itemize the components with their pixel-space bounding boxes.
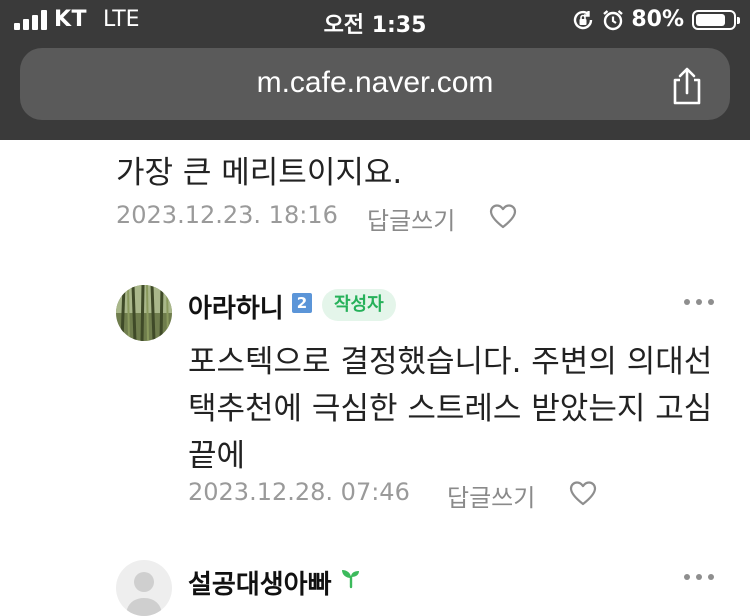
more-icon[interactable]	[684, 299, 714, 307]
comment-text-line: 끝에	[188, 438, 246, 474]
sprout-icon	[342, 570, 359, 589]
battery-percent: 80%	[631, 7, 684, 32]
more-icon[interactable]	[684, 574, 714, 582]
reply-button[interactable]: 답글쓰기	[447, 478, 535, 513]
author-name[interactable]: 아라하니	[188, 288, 284, 325]
heart-icon[interactable]	[488, 202, 518, 230]
browser-top-bar: KT LTE 오전 1:35 80% m.cafe.naver.com	[0, 0, 750, 140]
comment-text-line: 택추천에 극심한 스트레스 받았는지 고심	[188, 391, 713, 427]
member-level-badge: 2	[292, 293, 312, 313]
address-bar[interactable]: m.cafe.naver.com	[20, 48, 730, 120]
comment-text-line: 가장 큰 메리트이지요.	[116, 155, 403, 191]
status-right-group: 80%	[571, 7, 740, 32]
orientation-lock-icon	[574, 10, 593, 29]
author-name[interactable]: 설공대생아빠	[188, 564, 332, 601]
share-icon[interactable]	[670, 66, 704, 106]
battery-icon	[692, 9, 740, 30]
author-badge: 작성자	[322, 289, 396, 321]
heart-icon[interactable]	[568, 479, 598, 507]
comment-text-line: 포스텍으로 결정했습니다. 주변의 의대선	[188, 344, 713, 380]
reply-button[interactable]: 답글쓰기	[367, 201, 455, 236]
alarm-icon	[603, 9, 624, 30]
comment-date: 2023.12.28. 07:46	[188, 478, 410, 506]
avatar[interactable]	[116, 285, 172, 341]
comment-date: 2023.12.23. 18:16	[116, 201, 338, 229]
url-text[interactable]: m.cafe.naver.com	[20, 66, 730, 100]
comment-list: 가장 큰 메리트이지요. 2023.12.23. 18:16 답글쓰기 아라하니…	[0, 140, 750, 616]
avatar[interactable]	[116, 560, 172, 616]
status-bar: KT LTE 오전 1:35 80%	[0, 0, 750, 44]
